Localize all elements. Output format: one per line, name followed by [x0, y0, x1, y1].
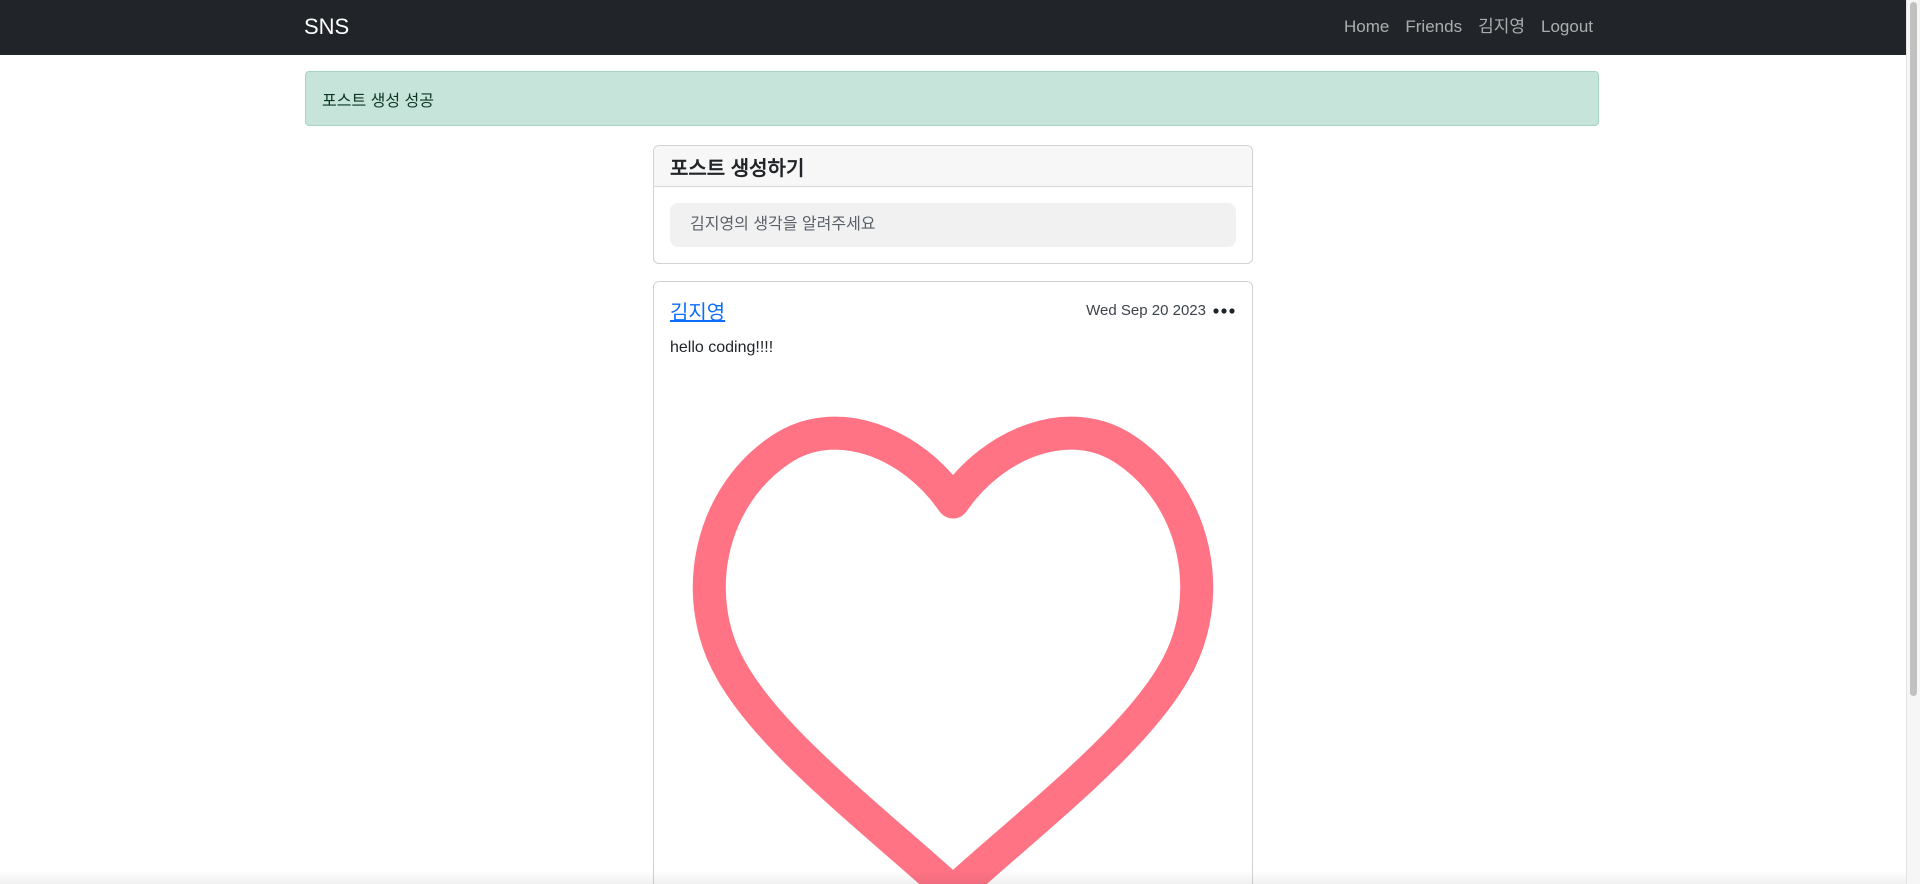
- success-alert: 포스트 생성 성공: [305, 71, 1599, 126]
- nav-friends-link[interactable]: Friends: [1405, 16, 1462, 38]
- nav-logout-link[interactable]: Logout: [1541, 16, 1593, 38]
- create-post-body: [654, 187, 1252, 263]
- post-card: 김지영 Wed Sep 20 2023 hello coding!!!!: [653, 281, 1253, 884]
- top-navbar: SNS Home Friends 김지영 Logout: [0, 0, 1906, 55]
- create-post-title: 포스트 생성하기: [654, 146, 1252, 187]
- post-author-link[interactable]: 김지영: [670, 296, 725, 325]
- heart-outline-icon: [692, 416, 1214, 884]
- scrollbar-thumb[interactable]: [1910, 2, 1917, 696]
- post-header: 김지영 Wed Sep 20 2023: [670, 294, 1236, 324]
- more-horizontal-icon[interactable]: [1212, 303, 1236, 319]
- nav-profile-link[interactable]: 김지영: [1478, 16, 1525, 38]
- page: SNS Home Friends 김지영 Logout 포스트 생성 성공 포스…: [0, 0, 1920, 884]
- nav-home-link[interactable]: Home: [1344, 16, 1389, 38]
- page-scrollbar[interactable]: [1906, 0, 1920, 884]
- post-content-text: hello coding!!!!: [670, 339, 774, 356]
- brand-link[interactable]: SNS: [304, 14, 349, 40]
- more-dots-graphic: [1213, 307, 1235, 314]
- post-meta: Wed Sep 20 2023: [1086, 302, 1236, 319]
- nav-links: Home Friends 김지영 Logout: [1344, 16, 1593, 38]
- create-post-card: 포스트 생성하기: [653, 145, 1253, 264]
- create-post-input[interactable]: [670, 203, 1236, 247]
- alert-message: 포스트 생성 성공: [322, 92, 434, 110]
- post-date: Wed Sep 20 2023: [1086, 302, 1206, 319]
